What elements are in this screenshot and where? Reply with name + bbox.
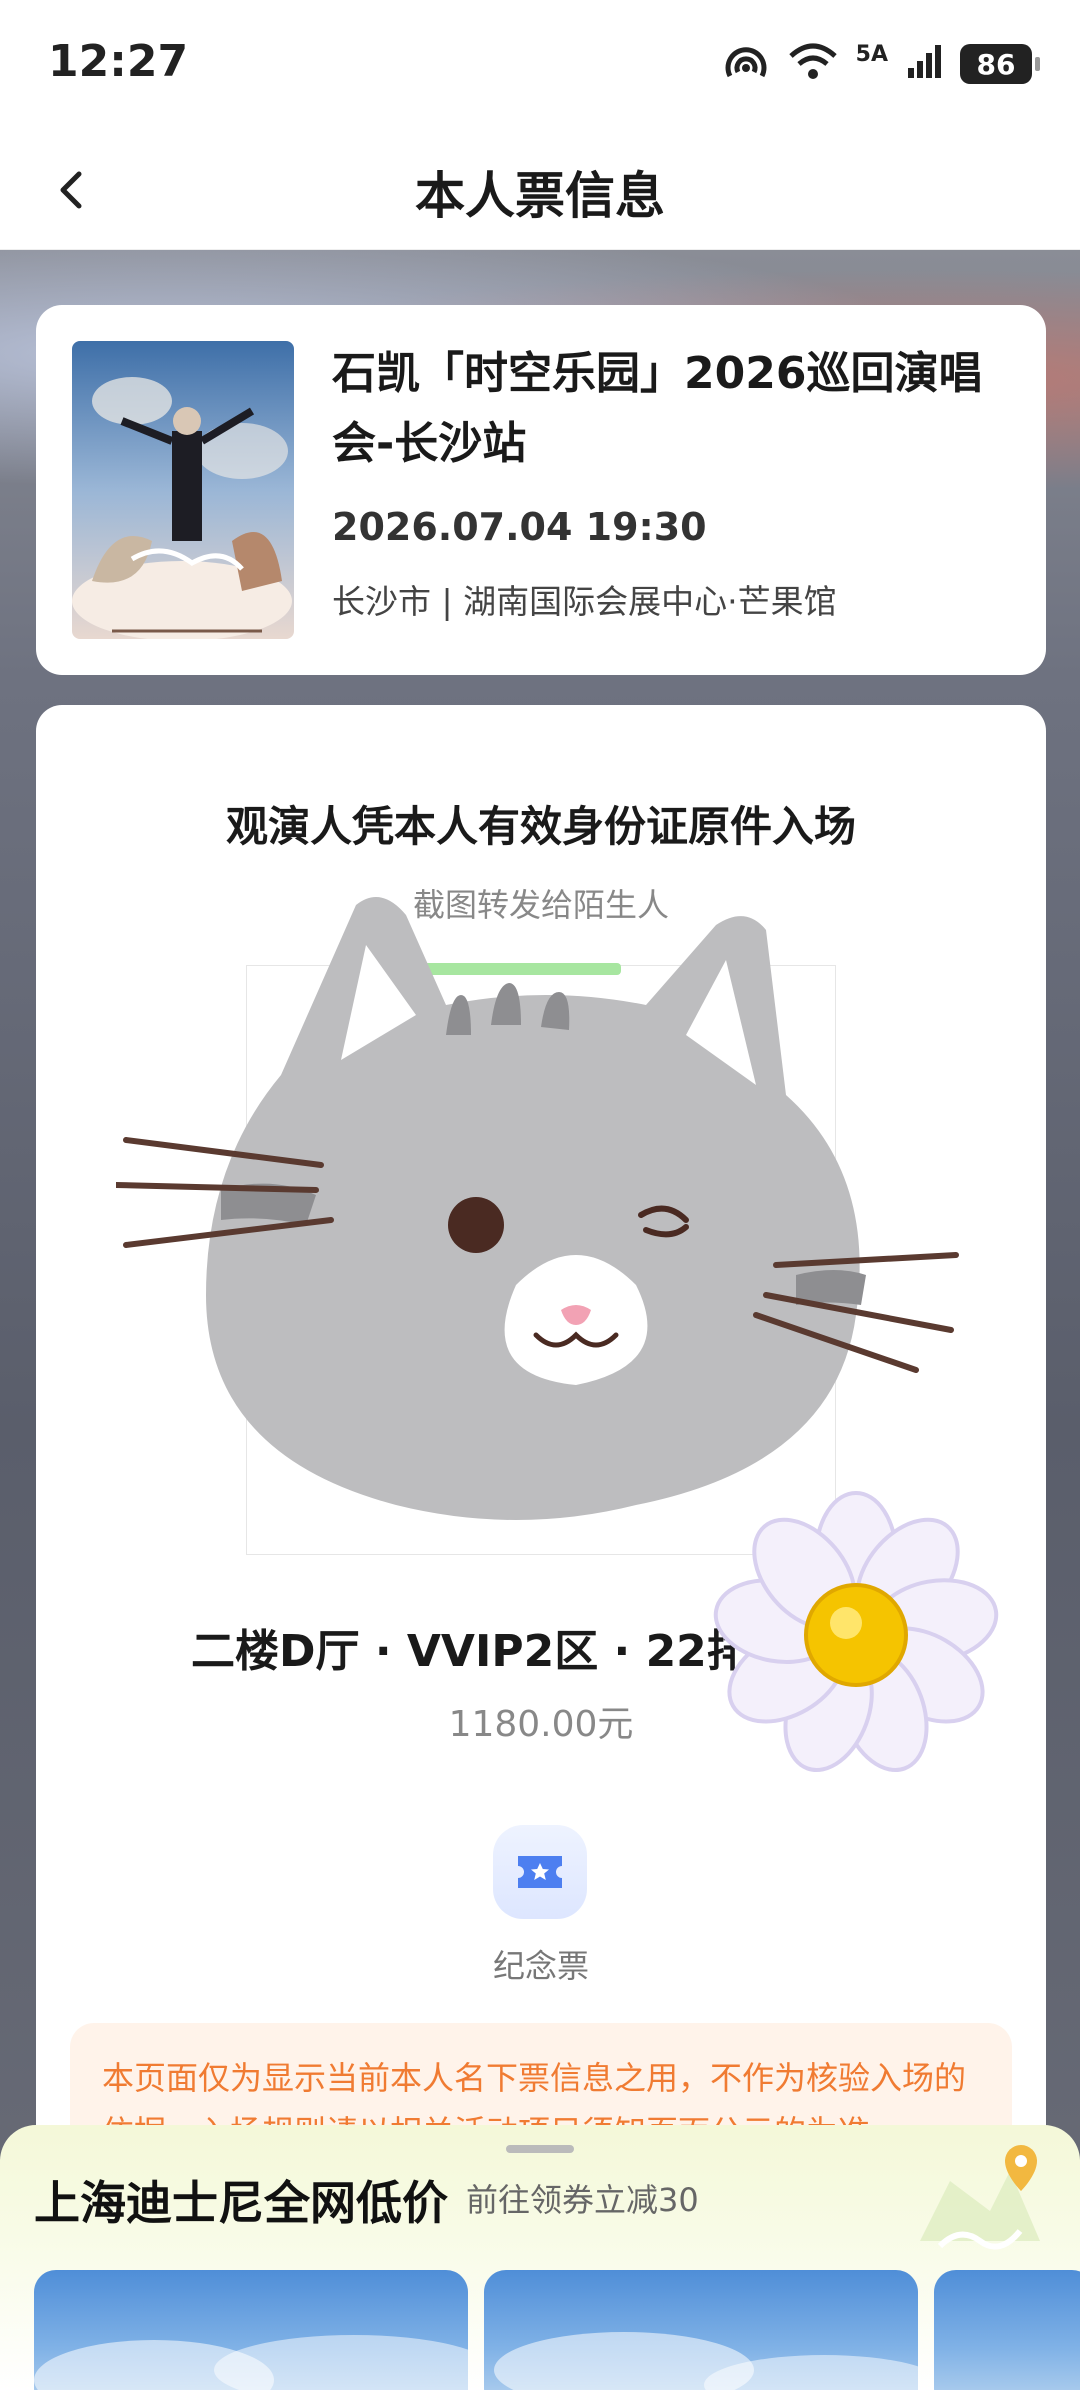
souvenir-ticket-label: 纪念票 xyxy=(492,1947,589,1985)
souvenir-ticket-button[interactable] xyxy=(493,1825,587,1919)
ad-image-3[interactable] xyxy=(934,2270,1080,2390)
bottom-ad-sheet[interactable]: 上海迪士尼全网低价 前往领券立减30 xyxy=(0,2125,1080,2390)
flower-sticker-icon xyxy=(713,1491,999,1773)
cat-sticker-icon xyxy=(116,897,959,1520)
status-icons: 5A 86 xyxy=(722,40,1040,88)
hotspot-icon xyxy=(722,40,770,88)
ad-coupon-link[interactable]: 前往领券立减30 xyxy=(466,2175,699,2221)
ticket-star-icon xyxy=(518,1856,562,1888)
page-title: 本人票信息 xyxy=(415,167,665,225)
wifi-icon xyxy=(788,42,838,86)
sheet-drag-handle[interactable] xyxy=(506,2145,574,2153)
event-venue: 长沙市 | 湖南国际会展中心·芒果馆 xyxy=(332,582,837,621)
ad-image-2[interactable] xyxy=(484,2270,918,2390)
ad-image-1[interactable] xyxy=(34,2270,468,2390)
map-pin-icon xyxy=(920,2145,1040,2250)
network-type-label: 5A xyxy=(855,41,888,67)
battery-icon: 86 xyxy=(960,44,1040,84)
ad-title: 上海迪士尼全网低价 xyxy=(34,2176,448,2230)
event-datetime: 2026.07.04 19:30 xyxy=(332,505,707,549)
nav-header: 本人票信息 xyxy=(0,130,1080,250)
status-bar: 12:27 5A 86 xyxy=(0,0,1080,130)
signal-icon xyxy=(906,44,942,84)
seat-info: 二楼D厅 · VVIP2区 · 22排 xyxy=(191,1626,736,1677)
event-card[interactable]: 石凯「时空乐园」2026巡回演唱会-长沙站 2026.07.04 19:30 长… xyxy=(36,305,1046,675)
event-title: 石凯「时空乐园」2026巡回演唱会-长沙站 xyxy=(332,348,983,469)
status-time: 12:27 xyxy=(48,36,189,87)
event-poster xyxy=(72,341,294,639)
